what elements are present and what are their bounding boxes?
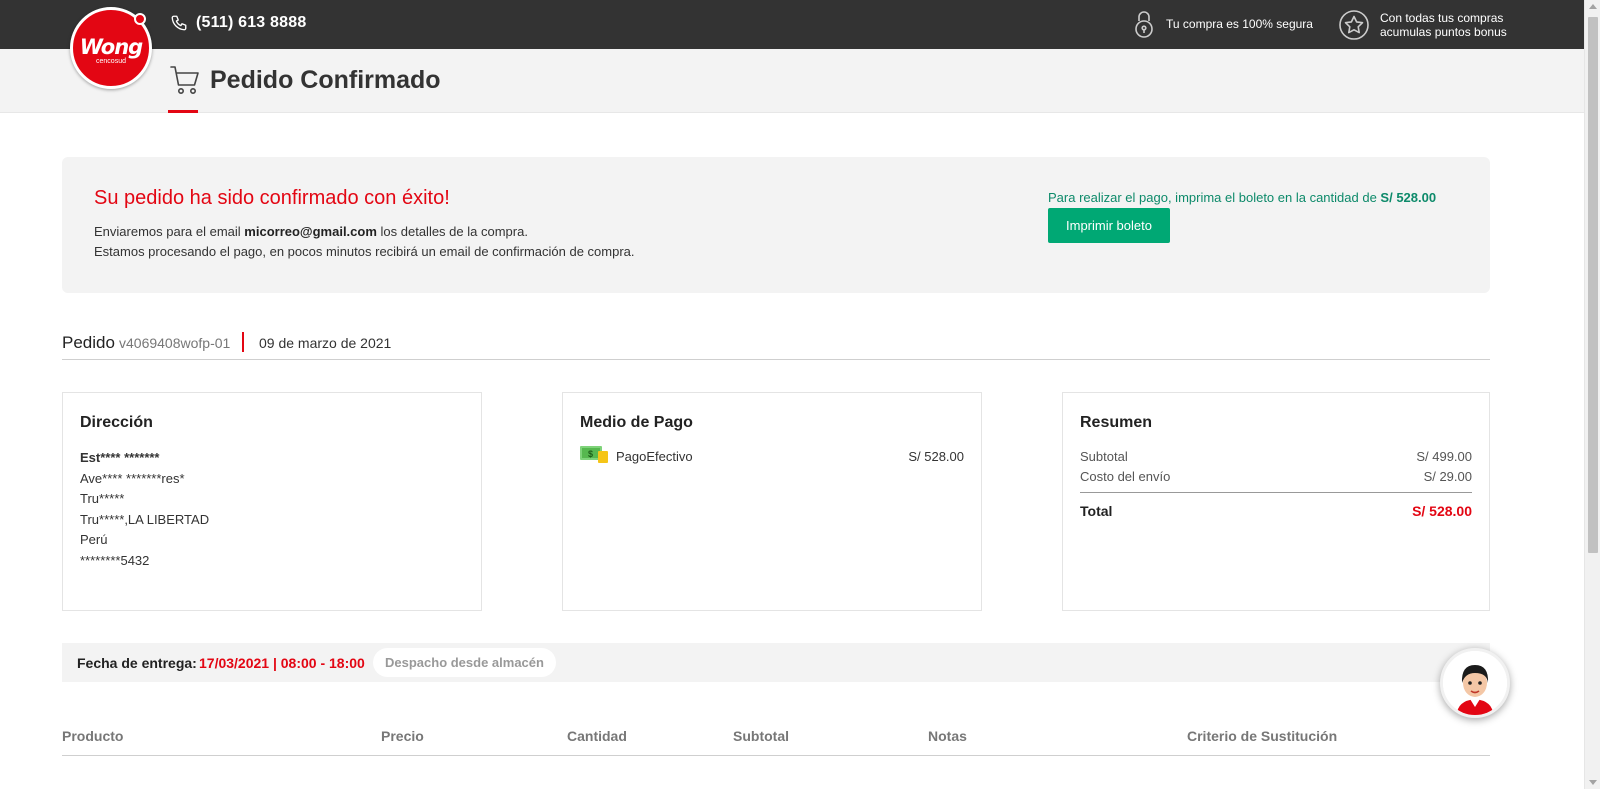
subtotal-label: Subtotal [1080,449,1128,464]
shipping-row: Costo del envío S/ 29.00 [1080,469,1472,484]
chat-assistant-button[interactable] [1440,648,1510,718]
logo-wordmark: Wong [79,35,143,59]
column-header-notes: Notas [928,728,967,744]
bonus-text: Con todas tus compras acumulas puntos bo… [1380,11,1507,39]
summary-divider [1080,492,1472,493]
page-scrollbar[interactable] [1584,0,1600,789]
total-label: Total [1080,503,1113,519]
column-header-quantity: Cantidad [567,728,627,744]
column-header-price: Precio [381,728,424,744]
subtotal-value: S/ 499.00 [1416,449,1472,464]
order-label: Pedido [62,333,115,352]
summary-title: Resumen [1080,414,1153,431]
lock-icon [1135,11,1153,38]
shipping-label: Costo del envío [1080,469,1171,484]
dispatch-chip: Despacho desde almacén [373,648,556,677]
wong-logo[interactable]: Wong cencosud [70,7,152,89]
email-address: micorreo@gmail.com [244,224,377,239]
payment-instruction-text: Para realizar el pago, imprima el boleto… [1048,190,1381,205]
page-title: Pedido Confirmado [210,66,441,94]
address-line: ********5432 [80,552,150,568]
phone-contact[interactable]: (511) 613 8888 [170,14,306,32]
scroll-down-arrow-icon[interactable] [1589,780,1597,785]
assistant-avatar-icon [1443,651,1507,715]
order-header: Pedido v4069408wofp-01 09 de marzo de 20… [62,332,1490,360]
logo-dot [134,13,146,25]
payment-amount: S/ 528.00 [908,449,964,464]
shipping-value: S/ 29.00 [1423,469,1472,484]
total-row: Total S/ 528.00 [1080,503,1472,519]
cart-icon [170,66,199,94]
top-bar: (511) 613 8888 Tu compra es 100% segura … [0,0,1584,49]
address-line: Est**** ******* [80,450,160,465]
address-line: Ave**** *******res* [80,470,185,486]
email-suffix: los detalles de la compra. [376,224,528,239]
email-prefix: Enviaremos para el email [94,224,245,239]
address-lines: Est**** ******* Ave**** *******res* Tru*… [80,448,209,572]
address-line: Tru*****,LA LIBERTAD [80,511,210,527]
cash-icon: $ [580,446,608,463]
address-title: Dirección [80,414,153,431]
payment-instruction: Para realizar el pago, imprima el boleto… [1048,190,1436,205]
secure-purchase-badge: Tu compra es 100% segura [1132,9,1313,39]
summary-card: Resumen Subtotal S/ 499.00 Costo del env… [1062,392,1490,611]
column-header-subtotal: Subtotal [733,728,789,744]
order-date: 09 de marzo de 2021 [259,335,392,351]
email-notice: Enviaremos para el email micorreo@gmail.… [94,224,528,239]
payment-title: Medio de Pago [580,414,693,431]
bonus-line-2: acumulas puntos bonus [1380,25,1507,39]
confirmation-title: Su pedido ha sido confirmado con éxito! [94,187,450,209]
processing-notice: Estamos procesando el pago, en pocos min… [94,244,635,259]
column-header-product: Producto [62,728,124,744]
delivery-label: Fecha de entrega: [77,655,197,671]
star-icon [1339,10,1369,40]
payment-method-name: PagoEfectivo [616,449,693,464]
address-line: Tru***** [80,491,125,507]
svg-text:$: $ [588,449,593,459]
delivery-date: 17/03/2021 | 08:00 - 18:00 [199,655,365,671]
bonus-line-1: Con todas tus compras [1380,11,1504,25]
total-value: S/ 528.00 [1412,503,1472,519]
payment-instruction-amount: S/ 528.00 [1380,190,1437,205]
address-line: Perú [80,532,108,548]
scroll-up-arrow-icon[interactable] [1589,4,1597,9]
logo-subtitle: cencosud [96,58,126,65]
confirmation-banner: Su pedido ha sido confirmado con éxito! … [62,157,1490,293]
scroll-thumb[interactable] [1588,17,1598,553]
delivery-info-bar: Fecha de entrega: 17/03/2021 | 08:00 - 1… [62,643,1490,682]
order-id: v4069408wofp-01 [119,335,231,351]
payment-card: Medio de Pago $ PagoEfectivo S/ 528.00 [562,392,982,611]
product-table-header: Producto Precio Cantidad Subtotal Notas … [62,726,1490,756]
bonus-points-badge: Con todas tus compras acumulas puntos bo… [1338,9,1507,41]
column-header-substitution: Criterio de Sustitución [1187,728,1338,744]
print-voucher-button[interactable]: Imprimir boleto [1048,208,1170,243]
phone-number[interactable]: (511) 613 8888 [196,14,306,32]
address-card: Dirección Est**** ******* Ave**** ******… [62,392,482,611]
order-separator [242,332,244,352]
subtotal-row: Subtotal S/ 499.00 [1080,449,1472,464]
payment-method-row: $ PagoEfectivo S/ 528.00 [580,446,964,466]
secure-text: Tu compra es 100% segura [1166,17,1313,31]
phone-icon [171,15,187,31]
active-step-underline [168,110,198,113]
